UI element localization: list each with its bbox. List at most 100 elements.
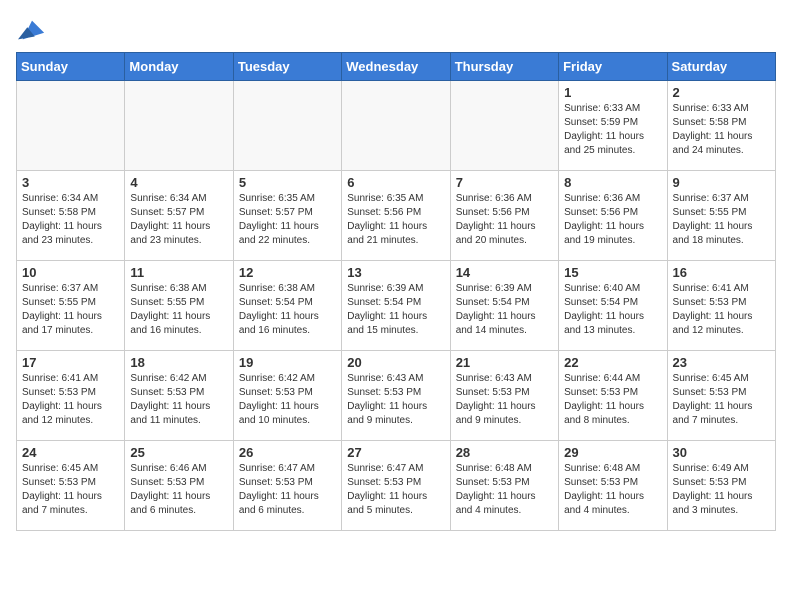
weekday-header-thursday: Thursday <box>450 53 558 81</box>
calendar-cell: 1 Sunrise: 6:33 AM Sunset: 5:59 PM Daylig… <box>559 81 667 171</box>
weekday-header-wednesday: Wednesday <box>342 53 450 81</box>
calendar-cell: 20 Sunrise: 6:43 AM Sunset: 5:53 PM Dayli… <box>342 351 450 441</box>
day-info: Sunrise: 6:38 AM Sunset: 5:55 PM Dayligh… <box>130 282 227 338</box>
day-number: 6 <box>347 175 444 190</box>
calendar-cell: 27Sunrise: 6:47 AM Sunset: 5:53 PM Dayli… <box>342 441 450 531</box>
day-number: 8 <box>564 175 661 190</box>
day-info: Sunrise: 6:46 AM Sunset: 5:53 PM Dayligh… <box>130 462 227 518</box>
calendar-cell: 24Sunrise: 6:45 AM Sunset: 5:53 PM Dayli… <box>17 441 125 531</box>
calendar-week-3: 10 Sunrise: 6:37 AM Sunset: 5:55 PM Dayli… <box>17 261 776 351</box>
logo-icon <box>18 16 46 44</box>
day-number: 22 <box>564 355 661 370</box>
calendar-cell <box>233 81 341 171</box>
calendar-cell: 12 Sunrise: 6:38 AM Sunset: 5:54 PM Dayli… <box>233 261 341 351</box>
day-info: Sunrise: 6:37 AM Sunset: 5:55 PM Dayligh… <box>22 282 119 338</box>
day-number: 25 <box>130 445 227 460</box>
calendar-cell: 10 Sunrise: 6:37 AM Sunset: 5:55 PM Dayli… <box>17 261 125 351</box>
day-number: 17 <box>22 355 119 370</box>
logo <box>16 16 46 44</box>
calendar-cell: 22 Sunrise: 6:44 AM Sunset: 5:53 PM Dayli… <box>559 351 667 441</box>
calendar-cell <box>342 81 450 171</box>
calendar-week-4: 17Sunrise: 6:41 AM Sunset: 5:53 PM Dayli… <box>17 351 776 441</box>
day-number: 3 <box>22 175 119 190</box>
day-number: 26 <box>239 445 336 460</box>
calendar-cell: 4 Sunrise: 6:34 AM Sunset: 5:57 PM Daylig… <box>125 171 233 261</box>
day-info: Sunrise: 6:43 AM Sunset: 5:53 PM Dayligh… <box>456 372 553 428</box>
day-info: Sunrise: 6:41 AM Sunset: 5:53 PM Dayligh… <box>673 282 770 338</box>
page-header <box>16 16 776 44</box>
day-info: Sunrise: 6:48 AM Sunset: 5:53 PM Dayligh… <box>564 462 661 518</box>
day-number: 24 <box>22 445 119 460</box>
day-number: 4 <box>130 175 227 190</box>
day-info: Sunrise: 6:33 AM Sunset: 5:58 PM Dayligh… <box>673 102 770 158</box>
day-info: Sunrise: 6:33 AM Sunset: 5:59 PM Dayligh… <box>564 102 661 158</box>
weekday-header-friday: Friday <box>559 53 667 81</box>
day-number: 2 <box>673 85 770 100</box>
day-info: Sunrise: 6:49 AM Sunset: 5:53 PM Dayligh… <box>673 462 770 518</box>
day-number: 15 <box>564 265 661 280</box>
day-number: 12 <box>239 265 336 280</box>
calendar-week-5: 24Sunrise: 6:45 AM Sunset: 5:53 PM Dayli… <box>17 441 776 531</box>
day-number: 28 <box>456 445 553 460</box>
calendar-cell: 5Sunrise: 6:35 AM Sunset: 5:57 PM Daylig… <box>233 171 341 261</box>
calendar-table: SundayMondayTuesdayWednesdayThursdayFrid… <box>16 52 776 531</box>
calendar-cell: 21Sunrise: 6:43 AM Sunset: 5:53 PM Dayli… <box>450 351 558 441</box>
day-number: 1 <box>564 85 661 100</box>
weekday-header-saturday: Saturday <box>667 53 775 81</box>
day-number: 5 <box>239 175 336 190</box>
day-number: 30 <box>673 445 770 460</box>
calendar-cell <box>450 81 558 171</box>
day-number: 23 <box>673 355 770 370</box>
calendar-cell: 6 Sunrise: 6:35 AM Sunset: 5:56 PM Daylig… <box>342 171 450 261</box>
day-info: Sunrise: 6:45 AM Sunset: 5:53 PM Dayligh… <box>673 372 770 428</box>
day-info: Sunrise: 6:42 AM Sunset: 5:53 PM Dayligh… <box>239 372 336 428</box>
calendar-cell <box>125 81 233 171</box>
day-info: Sunrise: 6:40 AM Sunset: 5:54 PM Dayligh… <box>564 282 661 338</box>
calendar-cell <box>17 81 125 171</box>
day-info: Sunrise: 6:35 AM Sunset: 5:56 PM Dayligh… <box>347 192 444 248</box>
day-number: 10 <box>22 265 119 280</box>
day-number: 9 <box>673 175 770 190</box>
calendar-cell: 17Sunrise: 6:41 AM Sunset: 5:53 PM Dayli… <box>17 351 125 441</box>
calendar-cell: 3 Sunrise: 6:34 AM Sunset: 5:58 PM Daylig… <box>17 171 125 261</box>
weekday-header-row: SundayMondayTuesdayWednesdayThursdayFrid… <box>17 53 776 81</box>
day-info: Sunrise: 6:34 AM Sunset: 5:57 PM Dayligh… <box>130 192 227 248</box>
calendar-cell: 14Sunrise: 6:39 AM Sunset: 5:54 PM Dayli… <box>450 261 558 351</box>
day-number: 11 <box>130 265 227 280</box>
day-number: 16 <box>673 265 770 280</box>
day-info: Sunrise: 6:47 AM Sunset: 5:53 PM Dayligh… <box>239 462 336 518</box>
day-number: 29 <box>564 445 661 460</box>
calendar-cell: 8 Sunrise: 6:36 AM Sunset: 5:56 PM Daylig… <box>559 171 667 261</box>
day-info: Sunrise: 6:37 AM Sunset: 5:55 PM Dayligh… <box>673 192 770 248</box>
calendar-cell: 2 Sunrise: 6:33 AM Sunset: 5:58 PM Daylig… <box>667 81 775 171</box>
calendar-week-1: 1 Sunrise: 6:33 AM Sunset: 5:59 PM Daylig… <box>17 81 776 171</box>
calendar-cell: 23 Sunrise: 6:45 AM Sunset: 5:53 PM Dayli… <box>667 351 775 441</box>
day-info: Sunrise: 6:48 AM Sunset: 5:53 PM Dayligh… <box>456 462 553 518</box>
day-info: Sunrise: 6:36 AM Sunset: 5:56 PM Dayligh… <box>564 192 661 248</box>
day-number: 18 <box>130 355 227 370</box>
calendar-cell: 29 Sunrise: 6:48 AM Sunset: 5:53 PM Dayli… <box>559 441 667 531</box>
calendar-cell: 26 Sunrise: 6:47 AM Sunset: 5:53 PM Dayli… <box>233 441 341 531</box>
day-info: Sunrise: 6:44 AM Sunset: 5:53 PM Dayligh… <box>564 372 661 428</box>
day-number: 19 <box>239 355 336 370</box>
calendar-cell: 30 Sunrise: 6:49 AM Sunset: 5:53 PM Dayli… <box>667 441 775 531</box>
day-number: 20 <box>347 355 444 370</box>
day-info: Sunrise: 6:36 AM Sunset: 5:56 PM Dayligh… <box>456 192 553 248</box>
calendar-week-2: 3 Sunrise: 6:34 AM Sunset: 5:58 PM Daylig… <box>17 171 776 261</box>
calendar-cell: 15 Sunrise: 6:40 AM Sunset: 5:54 PM Dayli… <box>559 261 667 351</box>
day-info: Sunrise: 6:38 AM Sunset: 5:54 PM Dayligh… <box>239 282 336 338</box>
day-info: Sunrise: 6:34 AM Sunset: 5:58 PM Dayligh… <box>22 192 119 248</box>
day-info: Sunrise: 6:43 AM Sunset: 5:53 PM Dayligh… <box>347 372 444 428</box>
calendar-cell: 28 Sunrise: 6:48 AM Sunset: 5:53 PM Dayli… <box>450 441 558 531</box>
calendar-cell: 16 Sunrise: 6:41 AM Sunset: 5:53 PM Dayli… <box>667 261 775 351</box>
calendar-cell: 9 Sunrise: 6:37 AM Sunset: 5:55 PM Daylig… <box>667 171 775 261</box>
calendar-cell: 7 Sunrise: 6:36 AM Sunset: 5:56 PM Daylig… <box>450 171 558 261</box>
day-info: Sunrise: 6:42 AM Sunset: 5:53 PM Dayligh… <box>130 372 227 428</box>
calendar-cell: 13Sunrise: 6:39 AM Sunset: 5:54 PM Dayli… <box>342 261 450 351</box>
calendar-cell: 19 Sunrise: 6:42 AM Sunset: 5:53 PM Dayli… <box>233 351 341 441</box>
day-info: Sunrise: 6:47 AM Sunset: 5:53 PM Dayligh… <box>347 462 444 518</box>
calendar-cell: 25 Sunrise: 6:46 AM Sunset: 5:53 PM Dayli… <box>125 441 233 531</box>
day-number: 7 <box>456 175 553 190</box>
day-number: 14 <box>456 265 553 280</box>
calendar-cell: 11 Sunrise: 6:38 AM Sunset: 5:55 PM Dayli… <box>125 261 233 351</box>
